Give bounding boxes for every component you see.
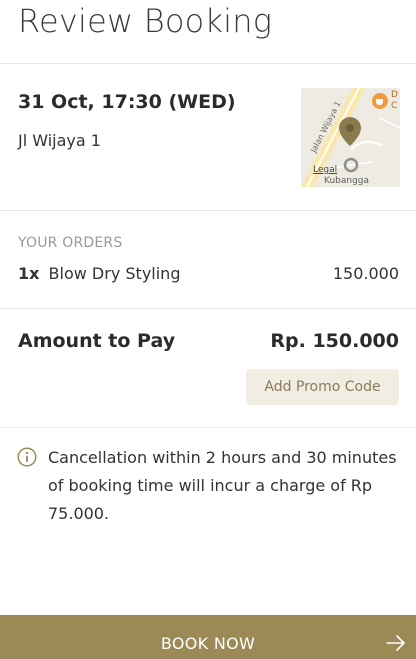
amount-label: Amount to Pay [18, 330, 176, 352]
arrow-right-icon [386, 635, 405, 651]
payment-section: Amount to Pay Rp. 150.000 Add Promo Code [0, 309, 416, 428]
add-promo-code-button[interactable]: Add Promo Code [246, 369, 399, 405]
order-item: 1x Blow Dry Styling [18, 264, 180, 283]
cancellation-notice: Cancellation within 2 hours and 30 minut… [0, 428, 416, 523]
booking-address: Jl Wijaya 1 [18, 131, 101, 150]
order-item-name: Blow Dry Styling [48, 264, 181, 283]
order-item-qty: 1x [18, 264, 40, 283]
book-now-button[interactable]: BOOK NOW [0, 615, 416, 659]
book-now-label: BOOK NOW [160, 634, 256, 653]
map-poi-label-1: D [391, 90, 398, 100]
location-map[interactable]: Jalan Wijaya 1 D C Legal Kubangga [301, 88, 400, 187]
map-poi-label-2: C [391, 101, 398, 111]
map-area-label: Kubangga [324, 176, 370, 186]
orders-caption: YOUR ORDERS [18, 235, 123, 251]
header: Review Booking [0, 0, 416, 64]
booking-datetime: 31 Oct, 17:30 (WED) [18, 91, 236, 113]
orders-section: YOUR ORDERS 1x Blow Dry Styling 150.000 [0, 211, 416, 309]
page-title: Review Booking [18, 2, 273, 40]
map-legal-link[interactable]: Legal [313, 165, 337, 175]
amount-value: Rp. 150.000 [270, 330, 399, 352]
cancellation-text: Cancellation within 2 hours and 30 minut… [48, 448, 397, 523]
booking-summary: 31 Oct, 17:30 (WED) Jl Wijaya 1 Jalan Wi… [0, 64, 416, 211]
info-icon [17, 447, 37, 467]
order-item-price: 150.000 [332, 264, 399, 283]
